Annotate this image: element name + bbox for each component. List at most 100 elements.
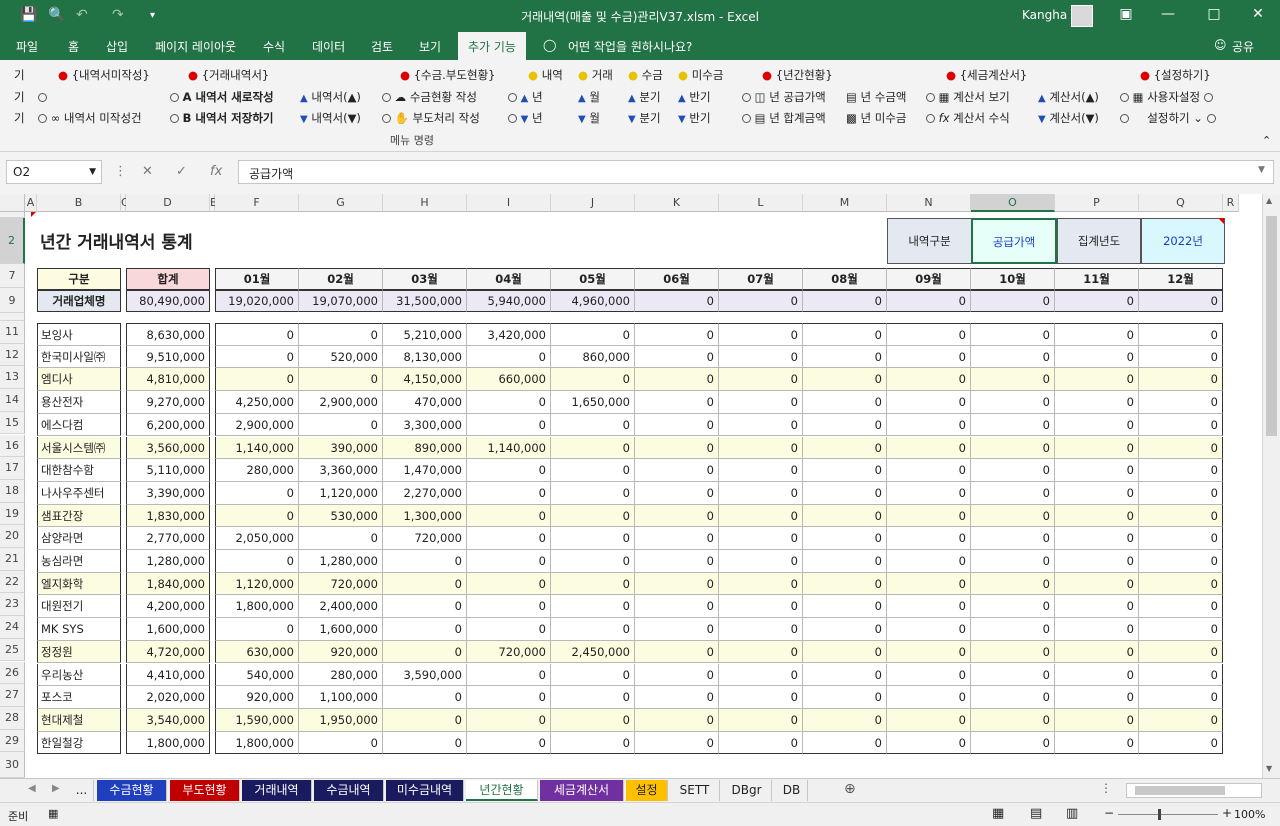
row-header[interactable]: 12 [0,343,25,367]
bounce-write-button[interactable]: ✋ 부도처리 작성 [382,111,480,125]
year-outstanding-button[interactable]: ▩ 년 미수금 [846,111,907,125]
data-cell[interactable]: 0 [635,391,719,414]
data-cell[interactable]: 0 [1055,481,1139,505]
data-cell[interactable]: 0 [215,504,299,528]
data-cell[interactable]: 280,000 [299,663,383,687]
row-name[interactable]: 대한참수함 [37,459,121,482]
data-cell[interactable]: 0 [551,527,635,550]
row-header[interactable]: 19 [0,502,25,526]
row-header[interactable]: 7 [0,264,25,288]
invoice-down-button[interactable]: ▼ 계산서(▼) [1038,111,1099,127]
row-header[interactable]: 20 [0,525,25,548]
data-cell[interactable]: 0 [803,527,887,550]
data-cell[interactable]: 0 [719,459,803,482]
data-cell[interactable]: 0 [215,345,299,369]
row-header[interactable]: 16 [0,434,25,458]
half-up-button[interactable]: ▲ 반기 [678,90,711,106]
zoom-out-icon[interactable]: − [1104,806,1114,820]
data-cell[interactable]: 0 [719,527,803,550]
row-header[interactable]: 26 [0,661,25,685]
row-header[interactable]: 14 [0,389,25,412]
data-cell[interactable]: 0 [215,550,299,573]
row-name[interactable]: 보잉사 [37,323,121,346]
data-cell[interactable]: 0 [1139,731,1223,755]
data-cell[interactable]: 0 [467,481,551,505]
tab-insert[interactable]: 삽입 [106,38,128,55]
data-cell[interactable]: 0 [971,504,1055,528]
data-cell[interactable]: 0 [635,686,719,709]
data-cell[interactable]: 0 [299,323,383,346]
data-cell[interactable]: 1,120,000 [299,481,383,505]
row-header[interactable]: 27 [0,684,25,707]
data-cell[interactable]: 0 [1055,595,1139,619]
data-cell[interactable]: 3,360,000 [299,459,383,482]
zoom-in-icon[interactable]: + [1222,806,1232,820]
row-total[interactable]: 9,510,000 [126,345,210,369]
ribbon-item-outstanding[interactable]: ● 미수금 [678,68,723,82]
data-cell[interactable]: 0 [803,731,887,755]
data-cell[interactable]: 0 [971,368,1055,392]
data-cell[interactable]: 0 [635,640,719,664]
hscroll-thumb[interactable] [1135,786,1225,795]
row-total[interactable]: 1,800,000 [126,731,210,755]
column-header-f[interactable]: F [215,194,299,212]
data-cell[interactable]: 0 [887,663,971,687]
row-name[interactable]: 삼양라면 [37,527,121,550]
sheet-tab[interactable]: 부도현황 [170,780,240,801]
year-collection-button[interactable]: ▤ 년 수금액 [846,90,907,104]
data-cell[interactable]: 3,300,000 [383,413,467,437]
filter-value-cell[interactable]: 공급가액 [971,218,1057,264]
tab-home[interactable]: 홈 [68,38,79,55]
redo-icon[interactable]: ↷ [112,7,124,23]
data-cell[interactable]: 0 [887,481,971,505]
data-cell[interactable]: 470,000 [383,391,467,414]
invoice-up-button[interactable]: ▲ 계산서(▲) [1038,90,1099,106]
data-cell[interactable]: 0 [971,413,1055,437]
half-down-button[interactable]: ▼ 반기 [678,111,711,127]
row-total[interactable]: 3,560,000 [126,436,210,460]
data-cell[interactable]: 0 [719,504,803,528]
data-cell[interactable]: 0 [1139,413,1223,437]
row-total[interactable]: 1,600,000 [126,618,210,641]
data-cell[interactable]: 0 [719,550,803,573]
data-cell[interactable]: 0 [1055,368,1139,392]
data-cell[interactable]: 0 [1139,595,1223,619]
row-name[interactable]: 현대제철 [37,708,121,732]
data-cell[interactable]: 0 [1139,368,1223,392]
row-name[interactable]: 포스코 [37,686,121,709]
data-cell[interactable]: 3,590,000 [383,663,467,687]
data-cell[interactable]: 0 [887,708,971,732]
data-cell[interactable]: 0 [467,550,551,573]
data-cell[interactable]: 0 [803,640,887,664]
data-cell[interactable]: 0 [971,686,1055,709]
data-cell[interactable]: 0 [887,504,971,528]
data-cell[interactable]: 0 [215,323,299,346]
zoom-slider[interactable] [1118,809,1218,820]
tab-formulas[interactable]: 수식 [263,38,285,55]
tab-data[interactable]: 데이터 [312,38,345,55]
data-cell[interactable]: 720,000 [383,527,467,550]
data-cell[interactable]: 0 [887,572,971,596]
data-cell[interactable]: 0 [971,572,1055,596]
data-cell[interactable]: 1,140,000 [467,436,551,460]
user-settings-button[interactable]: ▦ 사용자설정 [1120,90,1213,104]
data-cell[interactable]: 0 [551,323,635,346]
data-cell[interactable]: 0 [803,481,887,505]
row-name[interactable]: 한일철강 [37,731,121,755]
data-cell[interactable]: 0 [719,618,803,641]
data-cell[interactable]: 0 [467,618,551,641]
row-total[interactable]: 1,280,000 [126,550,210,573]
data-cell[interactable]: 0 [803,708,887,732]
data-cell[interactable]: 0 [1055,663,1139,687]
data-cell[interactable]: 1,140,000 [215,436,299,460]
save-icon[interactable]: 💾 [20,7,37,23]
data-cell[interactable]: 0 [887,595,971,619]
function-icon[interactable]: fx [210,164,222,179]
expand-formula-icon[interactable]: ▼ [1258,165,1265,175]
vertical-scrollbar[interactable]: ▲ ▼ [1262,194,1280,778]
data-cell[interactable]: 0 [383,686,467,709]
data-cell[interactable]: 0 [971,595,1055,619]
data-cell[interactable]: 0 [971,550,1055,573]
data-cell[interactable]: 0 [1055,640,1139,664]
data-cell[interactable]: 0 [551,459,635,482]
